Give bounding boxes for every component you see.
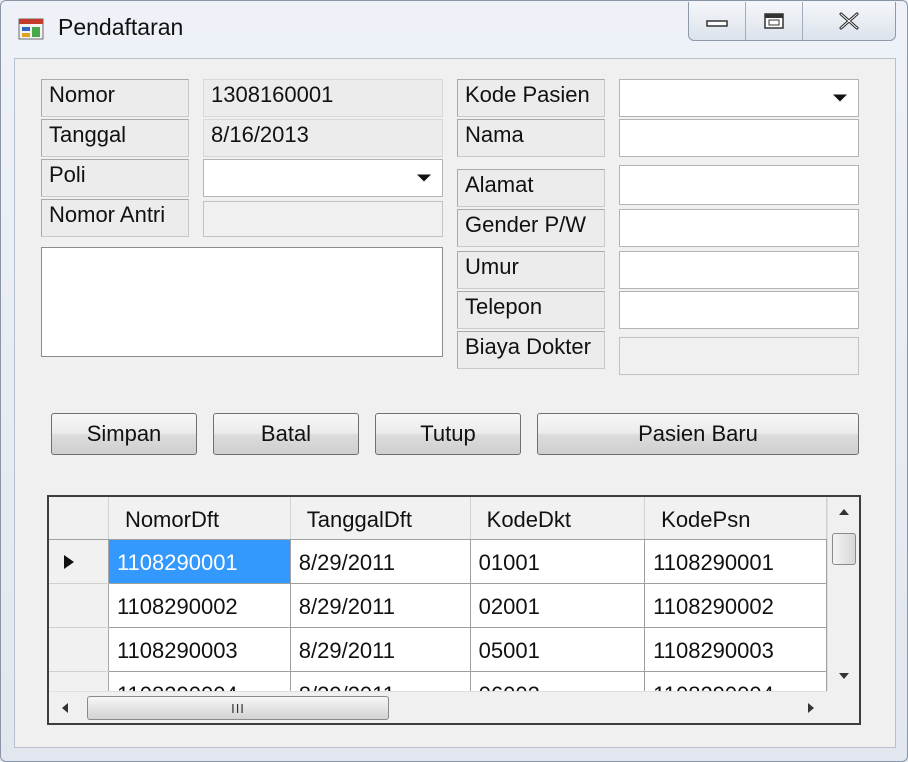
- table-row[interactable]: 1108290001 8/29/2011 01001 1108290001: [49, 539, 827, 584]
- row-header[interactable]: [49, 539, 109, 584]
- table-row[interactable]: 1108290004 8/29/2011 06002 1108290004: [49, 671, 827, 691]
- arrow-down-icon: [839, 673, 849, 679]
- table-cell[interactable]: 1108290001: [108, 539, 291, 584]
- notes-textarea[interactable]: [41, 247, 443, 357]
- telepon-label: Telepon: [457, 291, 605, 329]
- column-header-tanggaldft[interactable]: TanggalDft: [290, 497, 471, 540]
- table-cell[interactable]: 1108290001: [644, 539, 827, 584]
- nama-field[interactable]: [619, 119, 859, 157]
- nomor-antri-field[interactable]: [203, 201, 443, 237]
- scroll-grip-icon: III: [231, 700, 245, 716]
- table-cell[interactable]: 8/29/2011: [290, 539, 471, 584]
- umur-field[interactable]: [619, 251, 859, 289]
- close-icon: [839, 12, 859, 30]
- column-header-nomordft[interactable]: NomorDft: [108, 497, 291, 540]
- window-title: Pendaftaran: [58, 14, 184, 40]
- grid-header-row: NomorDft TanggalDft KodeDkt KodePsn: [49, 497, 827, 540]
- row-header[interactable]: [49, 627, 109, 672]
- tanggal-label: Tanggal: [41, 119, 189, 157]
- table-cell[interactable]: 8/29/2011: [290, 627, 471, 672]
- vertical-scrollbar[interactable]: [827, 497, 859, 691]
- horizontal-scroll-thumb[interactable]: III: [87, 696, 389, 720]
- gender-field[interactable]: [619, 209, 859, 247]
- table-cell[interactable]: 1108290003: [108, 627, 291, 672]
- tutup-button[interactable]: Tutup: [375, 413, 521, 455]
- biaya-dokter-label: Biaya Dokter: [457, 331, 605, 369]
- arrow-up-icon: [839, 509, 849, 515]
- arrow-left-icon: [62, 703, 68, 713]
- minimize-button[interactable]: [689, 2, 746, 40]
- poli-combobox[interactable]: [203, 159, 443, 197]
- horizontal-scrollbar[interactable]: III: [49, 691, 827, 723]
- kode-pasien-label: Kode Pasien: [457, 79, 605, 117]
- telepon-field[interactable]: [619, 291, 859, 329]
- table-cell[interactable]: 1108290002: [108, 583, 291, 628]
- batal-button[interactable]: Batal: [213, 413, 359, 455]
- table-cell[interactable]: 02001: [470, 583, 646, 628]
- window-controls: [688, 2, 896, 41]
- umur-label: Umur: [457, 251, 605, 289]
- table-cell[interactable]: 8/29/2011: [290, 583, 471, 628]
- title-bar[interactable]: Pendaftaran: [0, 0, 908, 58]
- scrollbar-corner: [827, 691, 859, 723]
- chevron-down-icon: [833, 94, 847, 102]
- table-cell[interactable]: 1108290004: [644, 671, 827, 691]
- table-cell[interactable]: 06002: [470, 671, 646, 691]
- scroll-left-button[interactable]: [51, 692, 79, 723]
- pasien-baru-button[interactable]: Pasien Baru: [537, 413, 859, 455]
- table-cell[interactable]: 1108290003: [644, 627, 827, 672]
- column-header-kodepsn[interactable]: KodePsn: [644, 497, 827, 540]
- table-cell[interactable]: 01001: [470, 539, 646, 584]
- table-cell[interactable]: 8/29/2011: [290, 671, 471, 691]
- current-row-pointer-icon: [64, 554, 74, 569]
- grid-corner-header[interactable]: [49, 497, 109, 540]
- column-header-kodedkt[interactable]: KodeDkt: [470, 497, 646, 540]
- close-button[interactable]: [803, 2, 895, 40]
- row-header[interactable]: [49, 671, 109, 691]
- vertical-scroll-thumb[interactable]: [832, 533, 856, 565]
- table-cell[interactable]: 1108290004: [108, 671, 291, 691]
- table-cell[interactable]: 05001: [470, 627, 646, 672]
- table-cell[interactable]: 1108290002: [644, 583, 827, 628]
- nomor-antri-label: Nomor Antri: [41, 199, 189, 237]
- grid-viewport: NomorDft TanggalDft KodeDkt KodePsn 1108…: [49, 497, 827, 691]
- table-row[interactable]: 1108290003 8/29/2011 05001 1108290003: [49, 627, 827, 672]
- tanggal-value: 8/16/2013: [203, 119, 443, 157]
- nomor-label: Nomor: [41, 79, 189, 117]
- alamat-field[interactable]: [619, 165, 859, 205]
- table-row[interactable]: 1108290002 8/29/2011 02001 1108290002: [49, 583, 827, 628]
- kode-pasien-combobox[interactable]: [619, 79, 859, 117]
- nomor-value: 1308160001: [203, 79, 443, 117]
- scroll-down-button[interactable]: [828, 663, 859, 689]
- form-client-area: Nomor 1308160001 Tanggal 8/16/2013 Poli …: [14, 58, 896, 748]
- row-header[interactable]: [49, 583, 109, 628]
- biaya-dokter-field[interactable]: [619, 337, 859, 375]
- maximize-button[interactable]: [746, 2, 803, 40]
- nama-label: Nama: [457, 119, 605, 157]
- scroll-up-button[interactable]: [828, 499, 859, 525]
- simpan-button[interactable]: Simpan: [51, 413, 197, 455]
- chevron-down-icon: [417, 174, 431, 182]
- data-grid[interactable]: NomorDft TanggalDft KodeDkt KodePsn 1108…: [47, 495, 861, 725]
- arrow-right-icon: [808, 703, 814, 713]
- grid-table: NomorDft TanggalDft KodeDkt KodePsn 1108…: [49, 497, 827, 691]
- scroll-right-button[interactable]: [797, 692, 825, 723]
- maximize-icon: [764, 13, 784, 29]
- gender-label: Gender P/W: [457, 209, 605, 247]
- poli-label: Poli: [41, 159, 189, 197]
- minimize-icon: [706, 20, 728, 27]
- app-window-icon: [18, 18, 44, 40]
- alamat-label: Alamat: [457, 169, 605, 207]
